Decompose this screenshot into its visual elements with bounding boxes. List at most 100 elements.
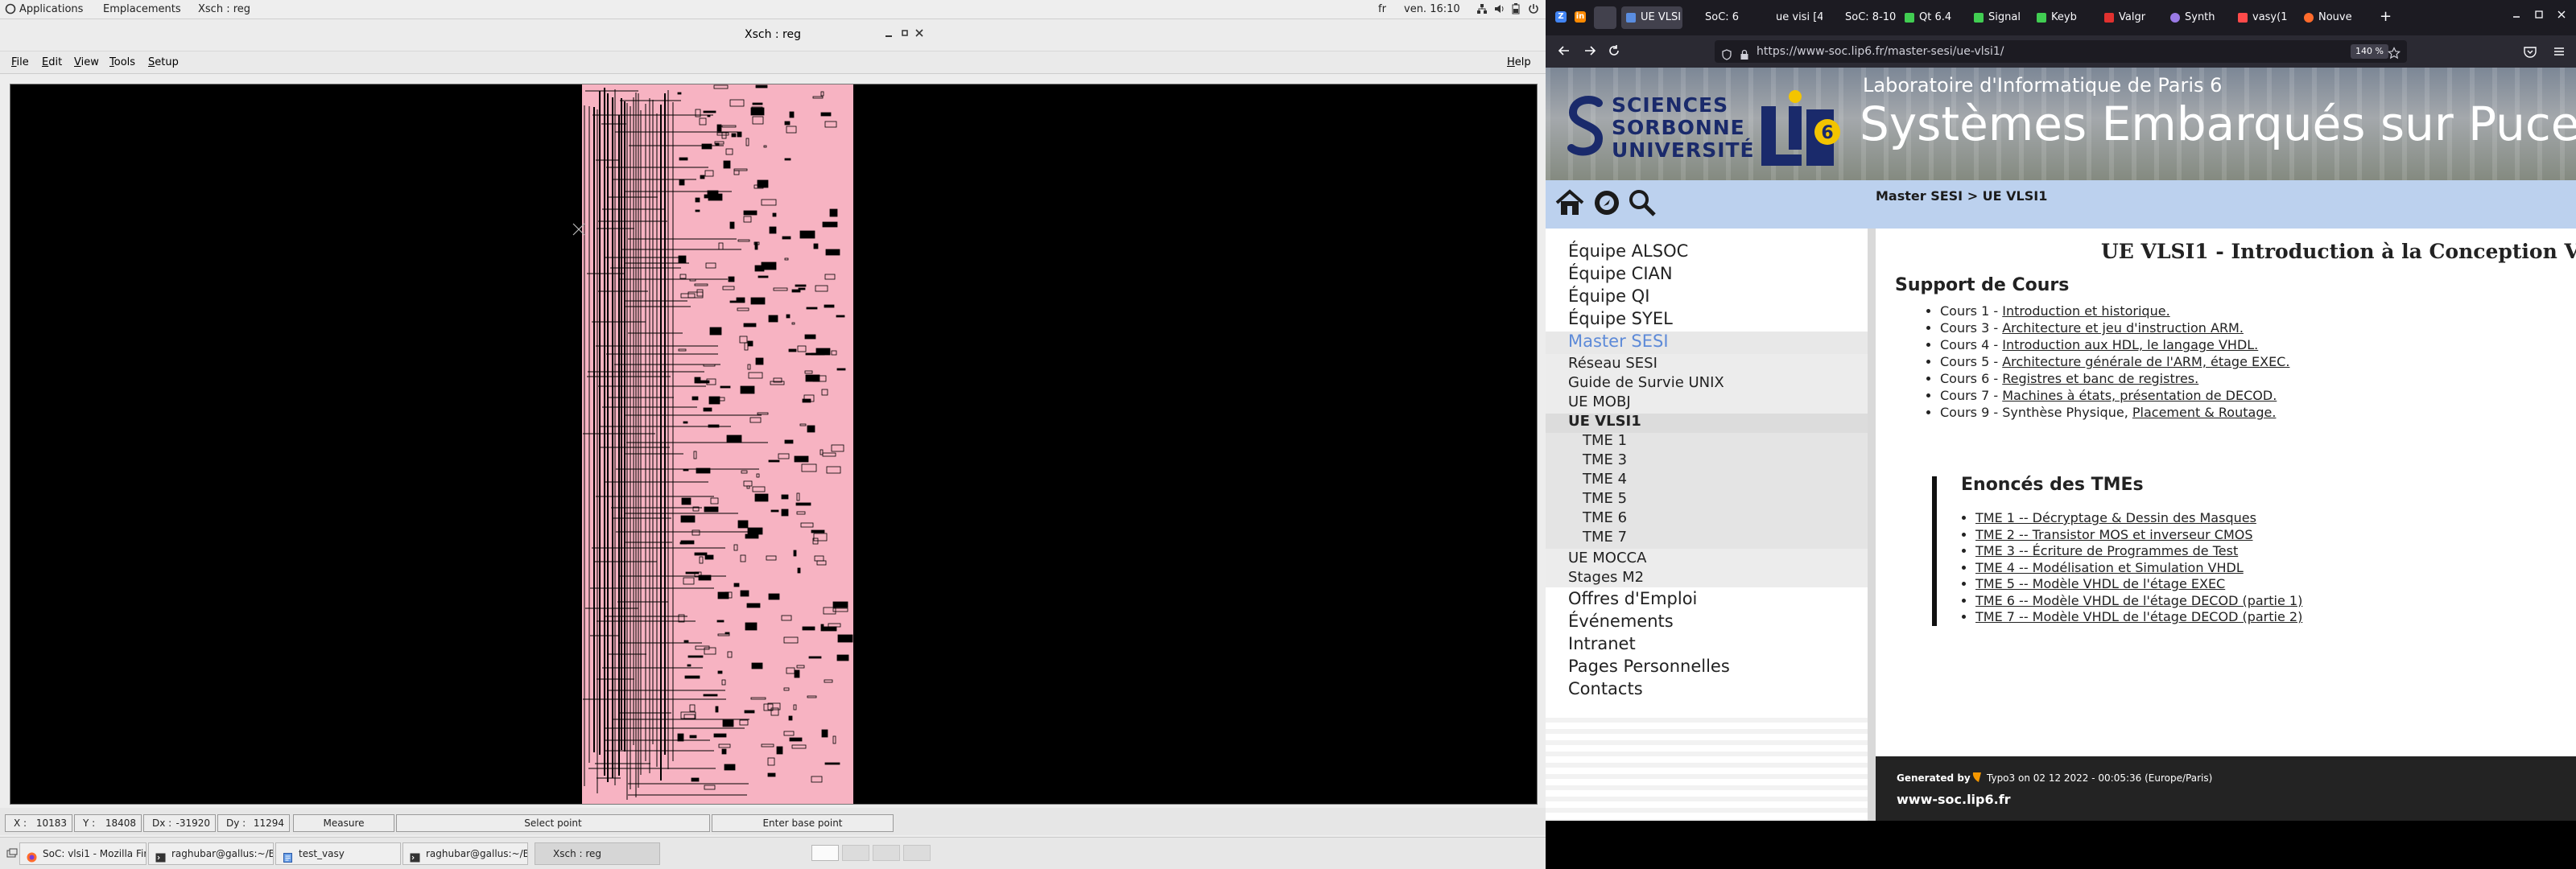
tme-link[interactable]: TME 1 -- Décryptage & Dessin des Masques [1975,510,2256,525]
tme-link[interactable]: TME 4 -- Modélisation et Simulation VHDL [1975,560,2244,575]
tab-valgrind[interactable]: Valgr [2099,6,2164,29]
cours-link[interactable]: Architecture et jeu d'instruction ARM. [2002,320,2244,336]
schematic-canvas[interactable] [10,84,1538,805]
shield-icon[interactable] [1721,46,1732,68]
cours-link[interactable]: Machines à états, présentation de DECOD. [2002,388,2277,403]
sidebar-item-tme-7[interactable]: TME 7 [1583,529,1627,546]
menu-file[interactable]: File [11,56,29,68]
home-icon[interactable] [1554,187,1586,222]
window-titlebar[interactable]: Xsch : reg [0,19,1546,51]
close-icon[interactable] [2557,10,2566,23]
sidebar-item-evenements[interactable]: Événements [1568,612,1674,631]
menu-setup[interactable]: Setup [148,56,179,68]
power-icon[interactable] [1528,3,1539,18]
linkedin-icon[interactable]: in [1575,11,1586,23]
maximize-icon[interactable] [900,27,910,42]
active-window-menu[interactable]: Xsch : reg [198,3,250,15]
footer-domain[interactable]: www-soc.lip6.fr [1897,792,2011,807]
sidebar-item-stages-m2[interactable]: Stages M2 [1568,569,1644,586]
tab-qt[interactable]: Qt 6.4 [1900,6,1967,29]
tme-link[interactable]: TME 5 -- Modèle VHDL de l'étage EXEC [1975,576,2225,591]
tab-keyboard[interactable]: Keyb [2032,6,2098,29]
sidebar-item-tme-5[interactable]: TME 5 [1583,490,1627,507]
battery-icon[interactable] [1512,3,1520,18]
pinned-tab-icon[interactable] [1594,6,1616,29]
tab-synthesis[interactable]: Synth [2165,6,2231,29]
clock[interactable]: ven. 16:10 [1404,3,1460,15]
sidebar-item-pages-personnelles[interactable]: Pages Personnelles [1568,657,1730,676]
tme-link[interactable]: TME 7 -- Modèle VHDL de l'étage DECOD (p… [1975,609,2302,624]
tab-soc-8-10[interactable]: SoC: 8-10 [1826,6,1897,29]
zoom-indicator[interactable]: 140 % [2351,44,2388,59]
tab-signal[interactable]: Signal [1969,6,2030,29]
sidebar-item-intranet[interactable]: Intranet [1568,634,1636,653]
forward-icon[interactable] [1583,43,1597,61]
tab-new[interactable]: Nouve [2299,6,2372,29]
breadcrumb[interactable]: Master SESI > UE VLSI1 [1876,188,2047,204]
sorbonne-logo-icon[interactable] [1567,93,1605,161]
menu-help[interactable]: Help [1507,56,1531,68]
menu-view[interactable]: View [74,56,99,68]
task-xsch[interactable]: Xsch : reg [535,842,660,865]
sidebar-item-guide-unix[interactable]: Guide de Survie UNIX [1568,374,1724,391]
task-terminal-2[interactable]: raghubar@gallus:~/Bureau/VLSI/TP5... [402,842,528,865]
sidebar-item-tme-4[interactable]: TME 4 [1583,471,1627,488]
minimize-icon[interactable] [2512,10,2521,23]
keyboard-layout[interactable]: fr [1378,3,1386,15]
task-terminal-1[interactable]: raghubar@gallus:~/Bureau/VLSI/TP5... [148,842,274,865]
network-icon[interactable] [1476,3,1488,18]
sidebar-item-reseau-sesi[interactable]: Réseau SESI [1568,355,1657,372]
sidebar-item-ue-mocca[interactable]: UE MOCCA [1568,550,1646,566]
menu-edit[interactable]: Edit [42,56,62,68]
hamburger-menu-icon[interactable] [2552,44,2566,62]
applications-icon[interactable] [5,3,16,18]
zotero-icon[interactable]: Z [1555,11,1567,23]
workspace-4[interactable] [903,845,931,861]
sidebar-item-master-sesi[interactable]: Master SESI [1568,332,1669,351]
sidebar-item-equipe-alsoc[interactable]: Équipe ALSOC [1568,241,1688,261]
sidebar-item-tme-3[interactable]: TME 3 [1583,451,1627,468]
workspace-3[interactable] [873,845,900,861]
cours-link[interactable]: Placement & Routage. [2132,405,2277,420]
applications-menu[interactable]: Applications [19,3,83,15]
sidebar-item-ue-vlsi1[interactable]: UE VLSI1 [1568,413,1641,430]
sidebar-item-equipe-qi[interactable]: Équipe QI [1568,286,1649,306]
maximize-icon[interactable] [2534,10,2544,23]
volume-icon[interactable] [1494,3,1505,18]
sidebar-item-ue-mobj[interactable]: UE MOBJ [1568,393,1631,410]
task-firefox[interactable]: SoC: vlsi1 - Mozilla Firefox [19,842,147,865]
cours-link[interactable]: Introduction aux HDL, le langage VHDL. [2002,337,2258,352]
workspace-1[interactable] [811,845,839,861]
sidebar-item-equipe-syel[interactable]: Équipe SYEL [1568,309,1673,328]
cours-link[interactable]: Registres et banc de registres. [2002,371,2198,386]
url-text[interactable]: https://www-soc.lip6.fr/master-sesi/ue-v… [1757,40,2004,63]
cours-link[interactable]: Introduction et historique. [2002,303,2169,319]
emplacements-menu[interactable]: Emplacements [103,3,181,15]
url-bar[interactable]: https://www-soc.lip6.fr/master-sesi/ue-v… [1715,40,2407,63]
bookmark-star-icon[interactable] [2388,45,2401,68]
reload-icon[interactable] [1607,43,1621,61]
back-icon[interactable] [1557,43,1571,61]
sidebar-item-offres-emploi[interactable]: Offres d'Emploi [1568,589,1697,608]
sidebar-item-equipe-cian[interactable]: Équipe CIAN [1568,264,1673,283]
workspace-2[interactable] [842,845,869,861]
cours-link[interactable]: Architecture générale de l'ARM, étage EX… [2002,354,2289,369]
tab-ue-vlsi1[interactable]: UE VLSI 1 [1621,6,1682,29]
tab-soc-6[interactable]: SoC: 6 [1686,6,1753,29]
tab-ue-visi[interactable]: ue visi [4] [1757,6,1823,29]
sidebar-item-tme-6[interactable]: TME 6 [1583,509,1627,526]
lip6-logo-icon[interactable]: 6 [1760,90,1853,174]
task-test-vasy[interactable]: test_vasy [275,842,401,865]
new-tab-icon[interactable]: + [2380,8,2392,25]
sidebar-item-tme-1[interactable]: TME 1 [1583,432,1627,449]
tab-vasy[interactable]: vasy(1 [2233,6,2297,29]
tme-link[interactable]: TME 3 -- Écriture de Programmes de Test [1975,543,2238,558]
tme-link[interactable]: TME 6 -- Modèle VHDL de l'étage DECOD (p… [1975,593,2302,608]
tme-link[interactable]: TME 2 -- Transistor MOS et inverseur CMO… [1975,527,2253,542]
show-desktop-icon[interactable] [6,848,18,862]
pocket-icon[interactable] [2523,44,2537,62]
minimize-icon[interactable] [884,27,894,42]
sitemap-icon[interactable] [1592,188,1621,220]
sidebar-item-contacts[interactable]: Contacts [1568,679,1643,698]
search-icon[interactable] [1628,188,1657,220]
